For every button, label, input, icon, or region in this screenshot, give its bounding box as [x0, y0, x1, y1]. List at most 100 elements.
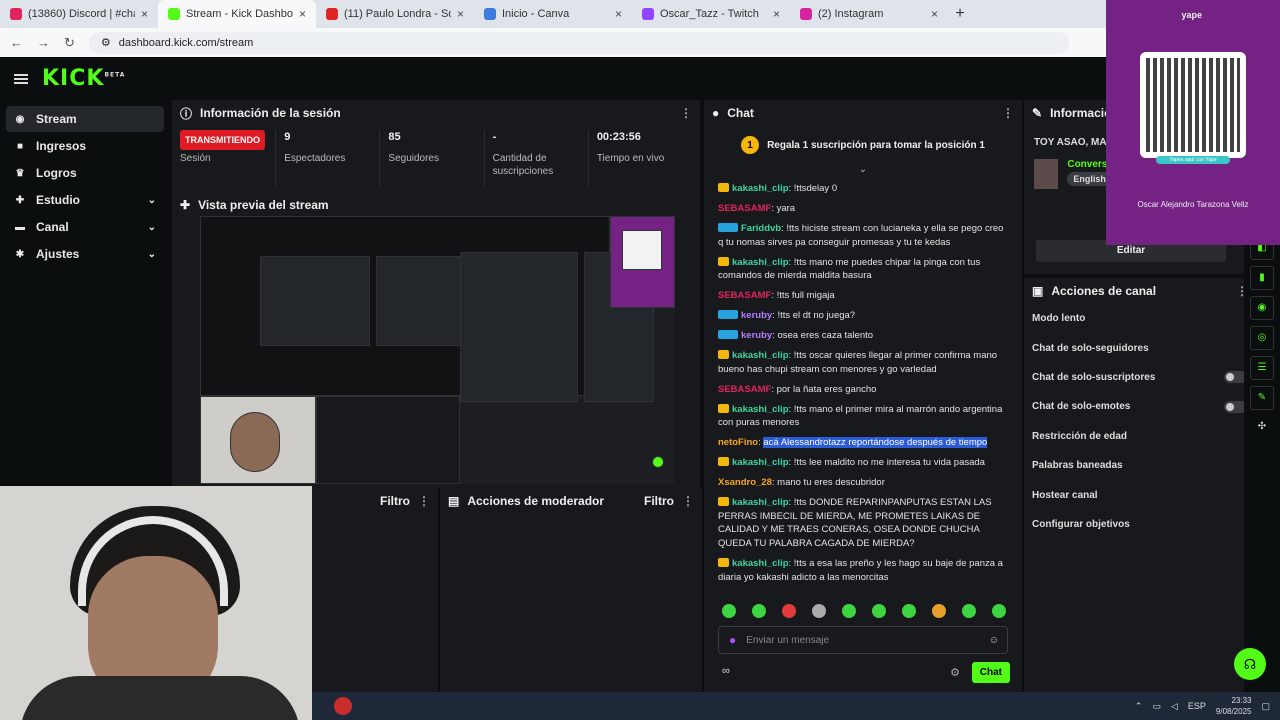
- close-tab-icon[interactable]: ×: [931, 7, 938, 21]
- more-options-icon[interactable]: ⋮: [682, 494, 694, 508]
- sidebar-item-ingresos[interactable]: ■ Ingresos: [6, 133, 164, 159]
- wrench-icon[interactable]: ✎: [1250, 386, 1274, 410]
- settings-icon[interactable]: ✣: [1250, 416, 1274, 440]
- new-tab-button[interactable]: +: [948, 5, 972, 23]
- chat-message[interactable]: kakashi_clip: !tts mano el primer mira a…: [718, 403, 1010, 430]
- collapse-icon[interactable]: ⌄: [704, 164, 1022, 175]
- channel-action-row[interactable]: Palabras baneadas›: [1024, 451, 1256, 480]
- sidebar-item-canal[interactable]: ▬ Canal ⌄: [6, 214, 164, 240]
- close-tab-icon[interactable]: ×: [615, 7, 622, 21]
- stream-preview-video[interactable]: [200, 216, 675, 484]
- close-tab-icon[interactable]: ×: [773, 7, 780, 21]
- chat-message[interactable]: kakashi_clip: !tts mano me puedes chipar…: [718, 256, 1010, 283]
- emoji-icon[interactable]: ☺: [989, 635, 999, 646]
- chat-username[interactable]: keruby: [741, 330, 772, 341]
- emote-icon[interactable]: [812, 604, 826, 618]
- browser-tab[interactable]: (11) Paulo Londra - Solo Pie ×: [316, 0, 474, 28]
- more-options-icon[interactable]: ⋮: [1002, 106, 1014, 120]
- back-icon[interactable]: ←: [10, 35, 23, 50]
- chat-message[interactable]: kakashi_clip: !ttsdelay 0: [718, 182, 1010, 196]
- close-tab-icon[interactable]: ×: [141, 7, 148, 21]
- app-icon[interactable]: [334, 697, 352, 715]
- emote-icon[interactable]: [902, 604, 916, 618]
- chat-username[interactable]: netoFino: [718, 437, 758, 448]
- chat-username[interactable]: kakashi_clip: [732, 497, 789, 508]
- chat-message[interactable]: keruby: !tts el dt no juega?: [718, 309, 1010, 323]
- filter-label[interactable]: Filtro: [380, 494, 410, 508]
- notification-icon[interactable]: ▢: [1261, 701, 1270, 712]
- broadcast-icon[interactable]: ◎: [1250, 326, 1274, 350]
- forward-icon[interactable]: →: [37, 35, 50, 50]
- chat-message[interactable]: kakashi_clip: !tts lee maldito no me int…: [718, 456, 1010, 470]
- chat-username[interactable]: keruby: [741, 310, 772, 321]
- chat-username[interactable]: kakashi_clip: [732, 558, 789, 569]
- emote-icon[interactable]: [722, 604, 736, 618]
- more-options-icon[interactable]: ⋮: [680, 106, 692, 120]
- support-chat-icon[interactable]: ☊: [1234, 648, 1266, 680]
- url-field[interactable]: ⚙ dashboard.kick.com/stream: [88, 31, 1069, 54]
- browser-tab[interactable]: (2) Instagram ×: [790, 0, 948, 28]
- emote-icon[interactable]: [992, 604, 1006, 618]
- channel-action-row[interactable]: Configurar objetivos›: [1024, 510, 1256, 539]
- chat-message[interactable]: SEBASAMF: !tts full migaja: [718, 289, 1010, 303]
- chat-username[interactable]: SEBASAMF: [718, 203, 771, 214]
- input-language[interactable]: ESP: [1188, 701, 1206, 711]
- site-info-icon[interactable]: ⚙: [101, 36, 111, 49]
- emote-icon[interactable]: [932, 604, 946, 618]
- infinity-icon[interactable]: ∞: [722, 665, 730, 677]
- channel-action-row[interactable]: Chat de solo-suscriptores: [1024, 363, 1256, 392]
- close-tab-icon[interactable]: ×: [299, 7, 306, 21]
- chat-username[interactable]: kakashi_clip: [732, 457, 789, 468]
- channel-action-row[interactable]: Chat de solo-seguidores›: [1024, 333, 1256, 362]
- close-tab-icon[interactable]: ×: [457, 7, 464, 21]
- chat-username[interactable]: SEBASAMF: [718, 290, 771, 301]
- chevron-down-icon[interactable]: ⌄: [148, 195, 156, 206]
- menu-icon[interactable]: [14, 73, 28, 84]
- browser-tab[interactable]: Oscar_Tazz - Twitch ×: [632, 0, 790, 28]
- chevron-down-icon[interactable]: ⌄: [148, 222, 156, 233]
- chat-message[interactable]: SEBASAMF: por la ñata eres gancho: [718, 383, 1010, 397]
- emote-icon[interactable]: [872, 604, 886, 618]
- sidebar-item-ajustes[interactable]: ✱ Ajustes ⌄: [6, 241, 164, 267]
- chevron-down-icon[interactable]: ⌄: [148, 249, 156, 260]
- chat-message[interactable]: Xsandro_28: mano tu eres descubridor: [718, 476, 1010, 490]
- emote-icon[interactable]: [962, 604, 976, 618]
- volume-icon[interactable]: ◁: [1171, 701, 1178, 712]
- chat-message[interactable]: netoFino: acá Alessandrotazz reportándos…: [718, 436, 1010, 450]
- channel-action-row[interactable]: Chat de solo-emotes: [1024, 392, 1256, 421]
- browser-tab[interactable]: Stream - Kick Dashboard ×: [158, 0, 316, 28]
- browser-tab[interactable]: Inicio - Canva ×: [474, 0, 632, 28]
- emote-icon[interactable]: [752, 604, 766, 618]
- channel-action-row[interactable]: Modo lento›: [1024, 304, 1256, 333]
- sidebar-item-stream[interactable]: ◉ Stream: [6, 106, 164, 132]
- channel-action-row[interactable]: Restricción de edad›: [1024, 422, 1256, 451]
- chat-message[interactable]: Fariddvb: !tts hiciste stream con lucian…: [718, 222, 1010, 249]
- chat-username[interactable]: Xsandro_28: [718, 477, 772, 488]
- chat-username[interactable]: kakashi_clip: [732, 404, 789, 415]
- sidebar-item-logros[interactable]: ♛ Logros: [6, 160, 164, 186]
- emote-icon[interactable]: [842, 604, 856, 618]
- network-icon[interactable]: ▭: [1152, 701, 1161, 712]
- chat-username[interactable]: kakashi_clip: [732, 350, 789, 361]
- reload-icon[interactable]: ↻: [64, 35, 75, 51]
- chat-message[interactable]: kakashi_clip: !tts oscar quieres llegar …: [718, 349, 1010, 376]
- chat-username[interactable]: Fariddvb: [741, 223, 781, 234]
- filter-label[interactable]: Filtro: [644, 494, 674, 508]
- sidebar-item-estudio[interactable]: ✚ Estudio ⌄: [6, 187, 164, 213]
- kick-logo[interactable]: KICKBETA: [42, 66, 125, 91]
- chat-username[interactable]: kakashi_clip: [732, 257, 789, 268]
- channel-action-row[interactable]: Hostear canal: [1024, 480, 1256, 509]
- clock[interactable]: 23:33 9/08/2025: [1216, 695, 1252, 717]
- chat-message[interactable]: kakashi_clip: !tts a esa las preño y les…: [718, 557, 1010, 584]
- chat-message[interactable]: keruby: osea eres caza talento: [718, 329, 1010, 343]
- microphone-icon[interactable]: ●: [729, 633, 736, 647]
- tool-icon-2[interactable]: ▮: [1250, 266, 1274, 290]
- more-options-icon[interactable]: ⋮: [418, 494, 430, 508]
- chat-input[interactable]: ● Enviar un mensaje ☺: [718, 626, 1008, 654]
- chat-username[interactable]: kakashi_clip: [732, 183, 789, 194]
- chat-bubble-icon[interactable]: ◉: [1250, 296, 1274, 320]
- chat-message[interactable]: SEBASAMF: yara: [718, 202, 1010, 216]
- send-chat-button[interactable]: Chat: [971, 662, 1010, 683]
- chat-message[interactable]: kakashi_clip: !tts DONDE REPARINPANPUTAS…: [718, 496, 1010, 550]
- emote-icon[interactable]: [782, 604, 796, 618]
